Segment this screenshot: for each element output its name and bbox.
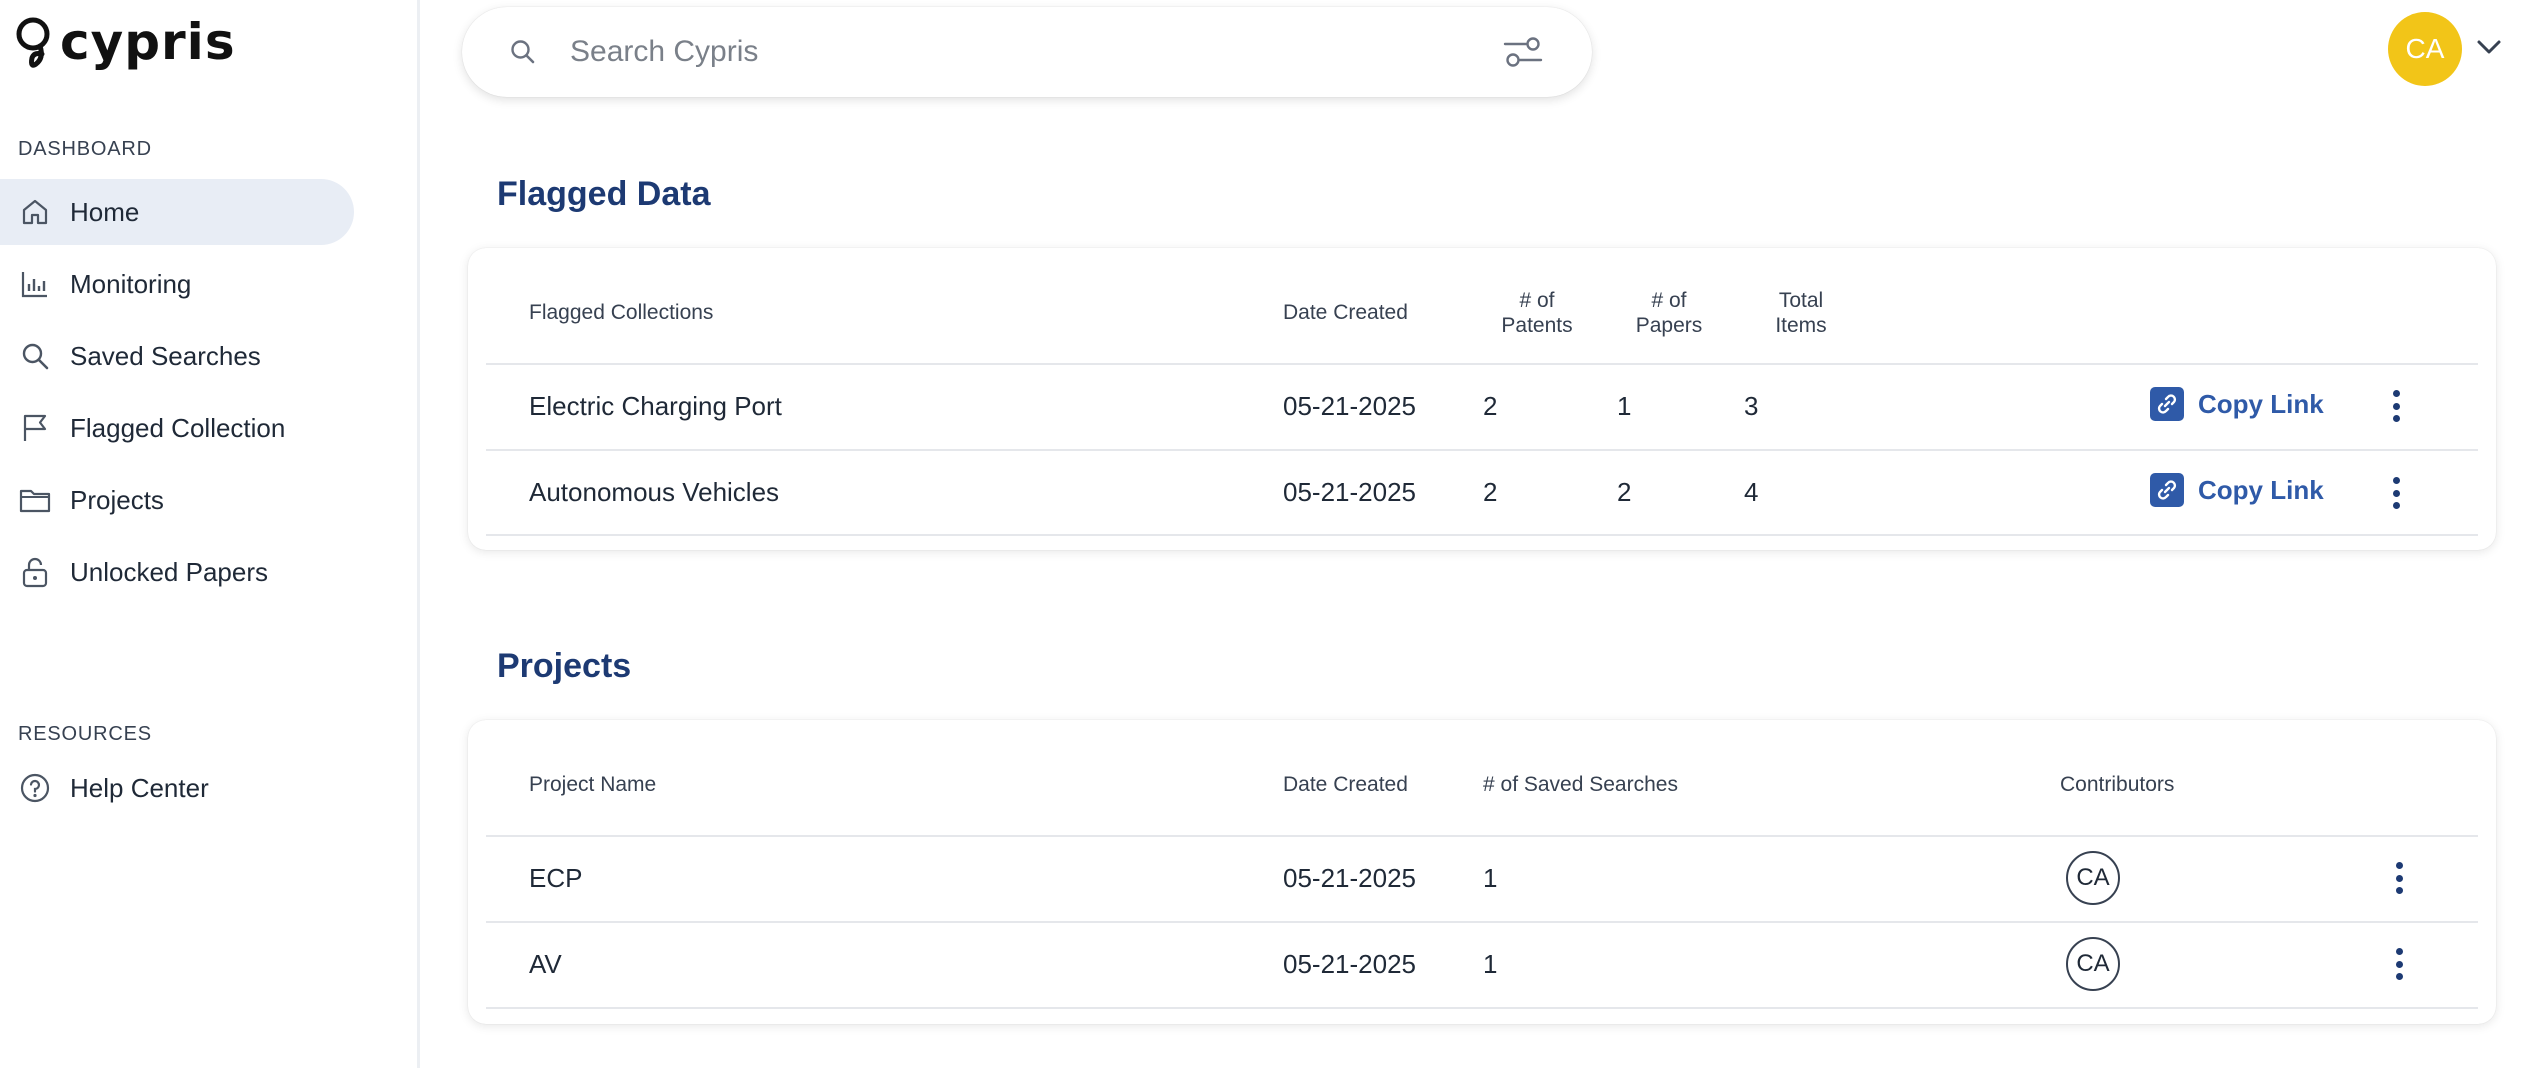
- column-header-papers: # of Papers: [1624, 288, 1714, 338]
- saved-searches-count: 1: [1483, 863, 1498, 893]
- column-header-flagged-collections: Flagged Collections: [529, 301, 714, 324]
- search-icon: [18, 339, 52, 373]
- filter-sliders-icon[interactable]: [1502, 35, 1544, 74]
- date-created: 05-21-2025: [1283, 863, 1416, 893]
- column-header-saved-searches: # of Saved Searches: [1483, 773, 1678, 796]
- copy-link-label: Copy Link: [2198, 388, 2324, 419]
- sidebar-item-projects[interactable]: Projects: [0, 467, 354, 533]
- date-created: 05-21-2025: [1283, 391, 1416, 421]
- logo-mark-icon: [16, 17, 50, 68]
- cypris-logo[interactable]: cypris: [14, 14, 236, 70]
- sidebar-item-home[interactable]: Home: [0, 179, 354, 245]
- contributor-avatar[interactable]: CA: [2066, 937, 2120, 991]
- sidebar-item-label: Unlocked Papers: [70, 556, 268, 587]
- copy-link-button[interactable]: Copy Link: [2150, 387, 2324, 421]
- sidebar-item-label: Home: [70, 196, 140, 227]
- search-bar: [462, 7, 1592, 97]
- collection-name[interactable]: Electric Charging Port: [529, 391, 782, 421]
- column-header-date-created: Date Created: [1283, 773, 1408, 796]
- more-options-icon[interactable]: [2386, 386, 2406, 426]
- user-avatar[interactable]: CA: [2388, 12, 2462, 86]
- patents-count: 2: [1483, 477, 1498, 507]
- contributor-avatar[interactable]: CA: [2066, 851, 2120, 905]
- search-input[interactable]: [570, 29, 1390, 75]
- more-options-icon[interactable]: [2389, 944, 2409, 984]
- sidebar-item-label: Saved Searches: [70, 340, 261, 371]
- column-header-line: Patents: [1501, 314, 1573, 337]
- row-divider: [486, 1007, 2478, 1009]
- sidebar: cypris DASHBOARD Home Monitoring Saved S…: [0, 0, 420, 1068]
- column-header-date-created: Date Created: [1283, 301, 1408, 324]
- home-icon: [18, 195, 52, 229]
- collection-name[interactable]: Autonomous Vehicles: [529, 477, 779, 507]
- unlock-icon: [18, 555, 52, 589]
- column-header-line: # of: [1519, 289, 1555, 312]
- folder-icon: [18, 483, 52, 517]
- search-icon[interactable]: [508, 37, 538, 72]
- link-icon: [2150, 387, 2184, 421]
- flagged-collections-table: Flagged Collections Date Created # of Pa…: [468, 248, 2496, 550]
- projects-title: Projects: [497, 647, 632, 685]
- row-divider: [486, 363, 2478, 365]
- projects-table: Project Name Date Created # of Saved Sea…: [468, 720, 2496, 1024]
- papers-count: 2: [1617, 477, 1632, 507]
- project-name[interactable]: AV: [529, 949, 562, 979]
- copy-link-label: Copy Link: [2198, 474, 2324, 505]
- papers-count: 1: [1617, 391, 1632, 421]
- saved-searches-count: 1: [1483, 949, 1498, 979]
- column-header-line: Papers: [1635, 314, 1703, 337]
- row-divider: [486, 449, 2478, 451]
- sidebar-item-saved-searches[interactable]: Saved Searches: [0, 323, 354, 389]
- column-header-patents: # of Patents: [1492, 288, 1582, 338]
- column-header-project-name: Project Name: [529, 773, 657, 796]
- column-header-line: Total: [1778, 289, 1824, 312]
- bar-chart-icon: [18, 267, 52, 301]
- column-header-line: Items: [1775, 314, 1827, 337]
- chevron-down-icon[interactable]: [2476, 38, 2502, 61]
- logo-text: cypris: [60, 13, 236, 71]
- row-divider: [486, 921, 2478, 923]
- flagged-data-title: Flagged Data: [497, 175, 711, 213]
- sidebar-item-unlocked-papers[interactable]: Unlocked Papers: [0, 539, 354, 605]
- sidebar-item-help-center[interactable]: Help Center: [0, 755, 354, 821]
- sidebar-item-label: Help Center: [70, 772, 209, 803]
- date-created: 05-21-2025: [1283, 949, 1416, 979]
- column-header-total-items: Total Items: [1756, 288, 1846, 338]
- column-header-contributors: Contributors: [2060, 773, 2175, 796]
- total-items-count: 3: [1744, 391, 1759, 421]
- sidebar-item-label: Projects: [70, 484, 164, 515]
- more-options-icon[interactable]: [2386, 473, 2406, 513]
- link-icon: [2150, 473, 2184, 507]
- sidebar-item-monitoring[interactable]: Monitoring: [0, 251, 354, 317]
- copy-link-button[interactable]: Copy Link: [2150, 473, 2324, 507]
- date-created: 05-21-2025: [1283, 477, 1416, 507]
- total-items-count: 4: [1744, 477, 1759, 507]
- row-divider: [486, 835, 2478, 837]
- flag-icon: [18, 411, 52, 445]
- row-divider: [486, 534, 2478, 536]
- more-options-icon[interactable]: [2389, 858, 2409, 898]
- dashboard-section-label: DASHBOARD: [18, 138, 152, 160]
- resources-section-label: RESOURCES: [18, 723, 152, 745]
- sidebar-item-flagged-collection[interactable]: Flagged Collection: [0, 395, 354, 461]
- column-header-line: # of: [1651, 289, 1687, 312]
- sidebar-item-label: Flagged Collection: [70, 412, 286, 443]
- project-name[interactable]: ECP: [529, 863, 582, 893]
- help-circle-icon: [18, 771, 52, 805]
- sidebar-item-label: Monitoring: [70, 268, 192, 299]
- patents-count: 2: [1483, 391, 1498, 421]
